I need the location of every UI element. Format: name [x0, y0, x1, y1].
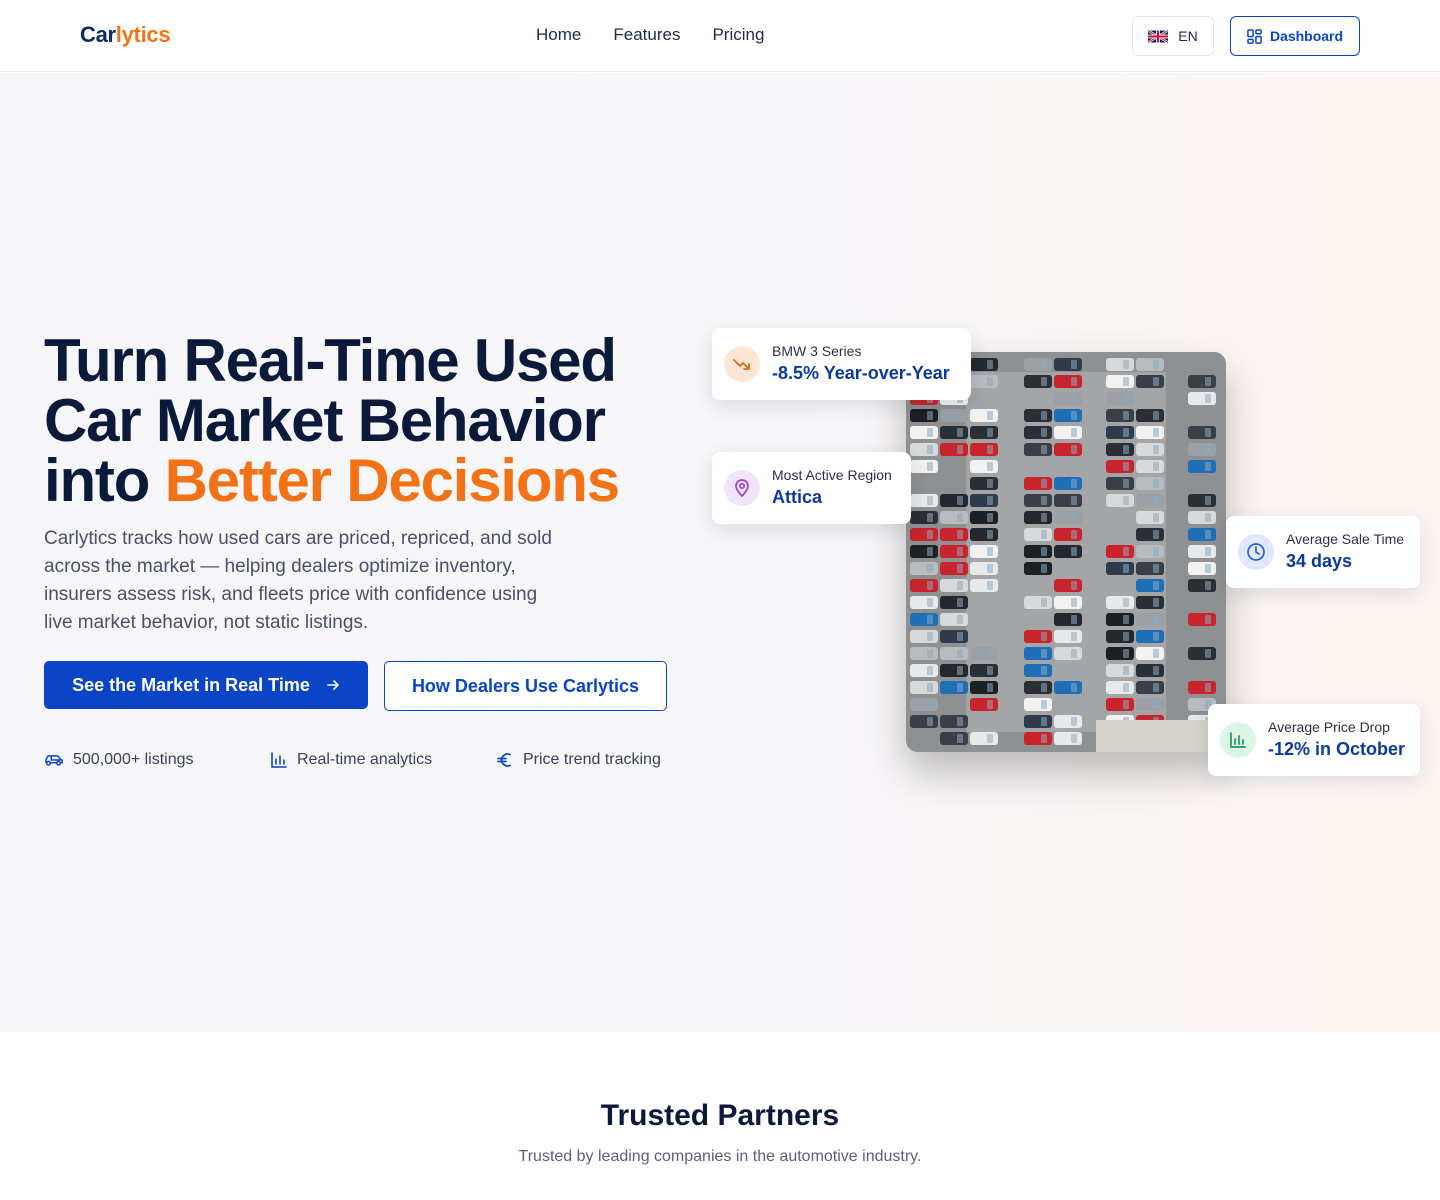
region-stat-value: Attica [772, 487, 823, 507]
see-market-button[interactable]: See the Market in Real Time [44, 661, 368, 709]
sale-time-stat-card: Average Sale Time 34 days [1226, 516, 1420, 588]
feature-price-trend-label: Price trend tracking [523, 751, 661, 768]
price-drop-stat-label: Average Price Drop [1268, 719, 1390, 735]
bmw-stat-card: BMW 3 Series -8.5% Year-over-Year [712, 328, 971, 400]
hero-section: Turn Real-Time Used Car Market Behavior … [0, 73, 1440, 1032]
arrow-right-icon [327, 680, 339, 690]
dashboard-button[interactable]: Dashboard [1230, 16, 1360, 56]
language-selector[interactable]: EN [1132, 16, 1214, 56]
brand-logo[interactable]: Carlytics [80, 22, 171, 48]
bmw-stat-label: BMW 3 Series [772, 343, 862, 359]
parking-lot-image [906, 352, 1226, 752]
uk-flag-icon [1148, 29, 1169, 43]
hero-headline: Turn Real-Time Used Car Market Behavior … [44, 331, 684, 511]
dashboard-label: Dashboard [1269, 28, 1344, 44]
bmw-stat-value: -8.5% Year-over-Year [772, 363, 950, 383]
dashboard-grid-icon [1247, 28, 1262, 44]
headline-accent: Better Decisions [164, 447, 620, 514]
chart-bars-icon [1220, 722, 1256, 758]
bar-chart-icon [271, 752, 287, 768]
logo-part-2: lytics [115, 22, 171, 47]
feature-listings-label: 500,000+ listings [73, 751, 194, 768]
nav-home-link[interactable]: Home [536, 25, 581, 45]
headline-line-3-prefix: into [44, 447, 165, 514]
car-icon [45, 755, 63, 766]
region-stat-label: Most Active Region [772, 467, 892, 483]
hero-subtitle: Carlytics tracks how used cars are price… [44, 528, 552, 633]
headline-line-1: Turn Real-Time Used [44, 327, 617, 394]
partners-title: Trusted Partners [600, 1099, 840, 1132]
price-drop-stat-card: Average Price Drop -12% in October [1208, 704, 1420, 776]
clock-icon [1238, 534, 1274, 570]
euro-icon [497, 753, 511, 767]
feature-price-trend: Price trend tracking [496, 751, 661, 769]
trending-down-icon [724, 346, 760, 382]
headline-line-2: Car Market Behavior [44, 387, 606, 454]
see-market-label: See the Market in Real Time [72, 674, 310, 695]
main-menu: Home Features Pricing [536, 25, 764, 45]
partners-subtitle: Trusted by leading companies in the auto… [518, 1148, 922, 1165]
feature-listings: 500,000+ listings [44, 751, 194, 769]
how-dealers-label: How Dealers Use Carlytics [411, 675, 640, 696]
feature-analytics: Real-time analytics [270, 751, 432, 769]
parking-lot-drawing [906, 352, 1226, 752]
language-label: EN [1178, 28, 1198, 44]
how-dealers-button[interactable]: How Dealers Use Carlytics [384, 661, 667, 711]
sale-time-stat-value: 34 days [1286, 551, 1353, 571]
nav-features-link[interactable]: Features [613, 25, 680, 45]
logo-part-1: Car [80, 22, 116, 47]
price-drop-stat-value: -12% in October [1268, 739, 1406, 759]
sale-time-stat-label: Average Sale Time [1286, 531, 1405, 547]
region-stat-card: Most Active Region Attica [712, 452, 911, 524]
map-pin-icon [724, 470, 760, 506]
top-navbar: Carlytics Home Features Pricing EN Dashb… [0, 0, 1440, 72]
partners-section: Trusted Partners Trusted by leading comp… [0, 1033, 1440, 1200]
feature-analytics-label: Real-time analytics [297, 751, 433, 768]
nav-pricing-link[interactable]: Pricing [712, 25, 764, 45]
